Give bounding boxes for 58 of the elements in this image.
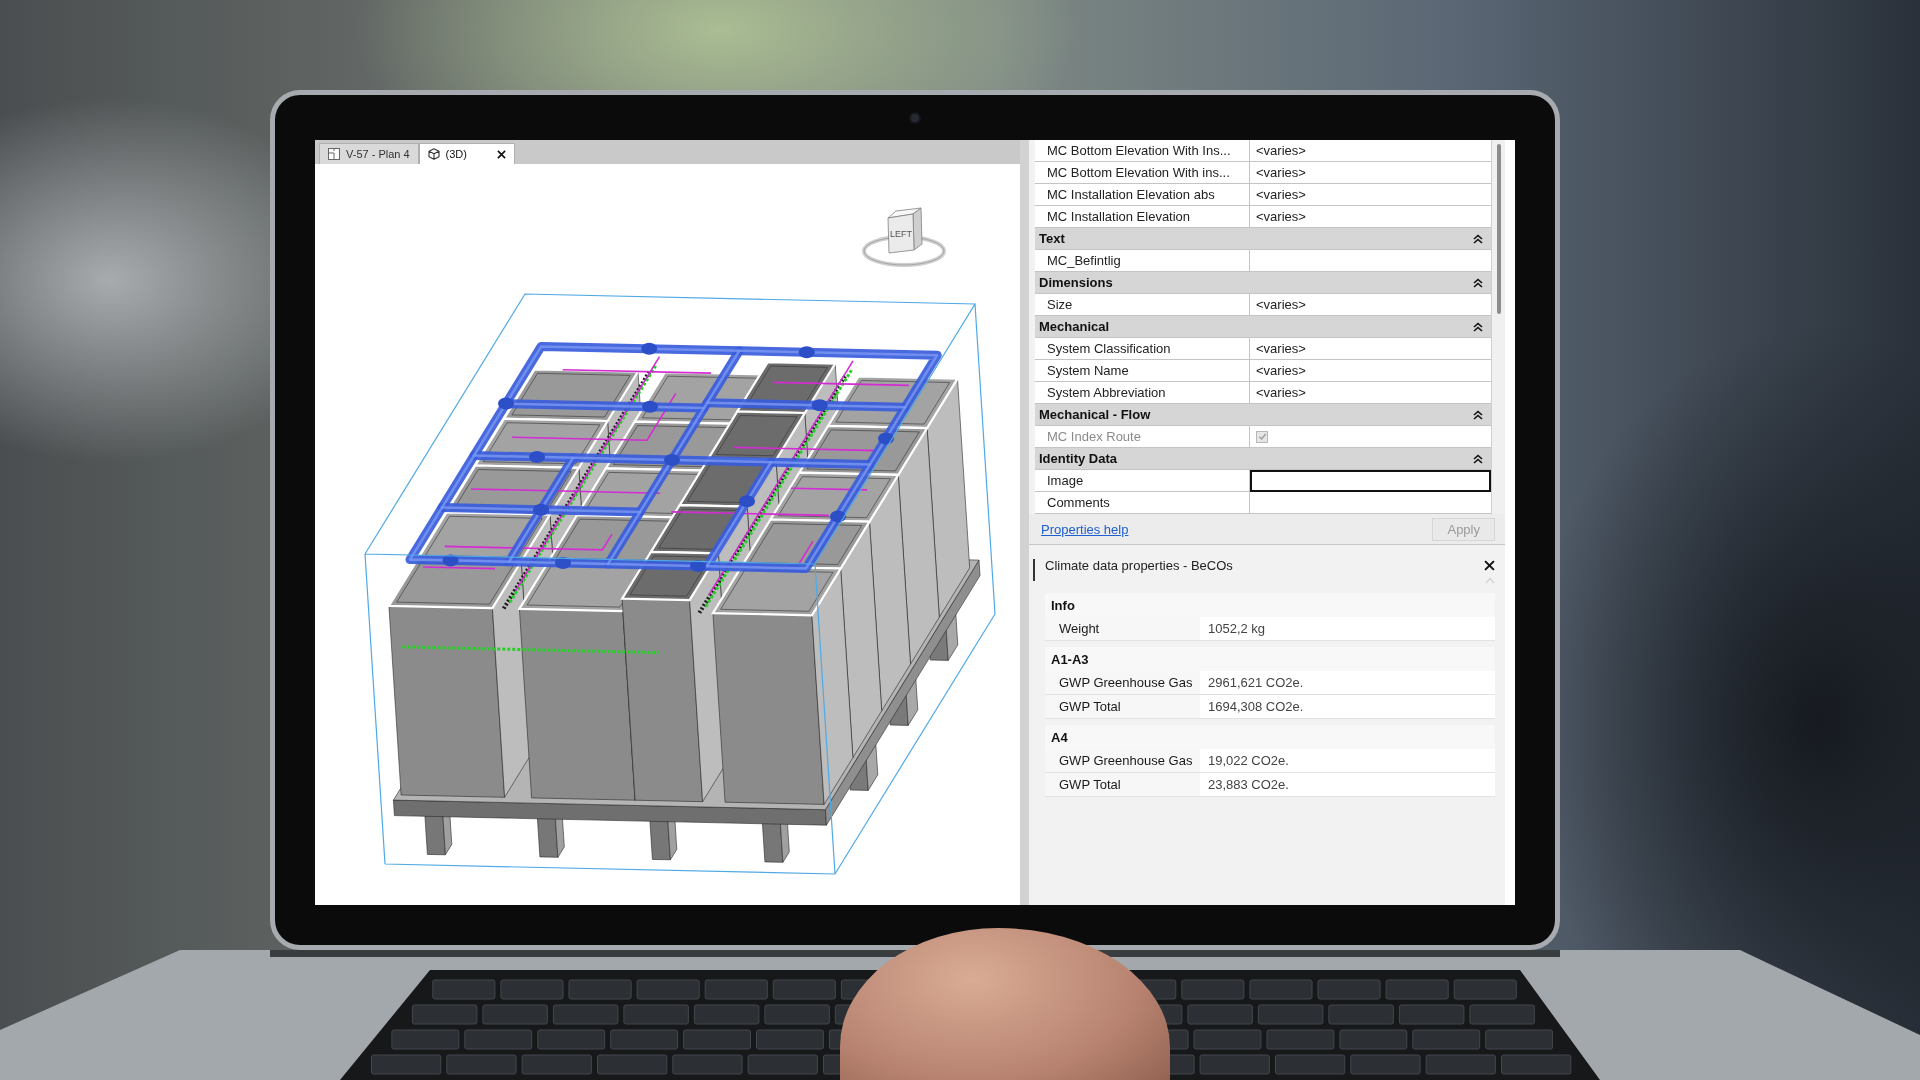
floor-plan-icon — [328, 148, 340, 160]
camera-icon — [911, 113, 919, 122]
property-name: Weight — [1045, 617, 1200, 641]
property-value[interactable]: <varies> — [1250, 140, 1491, 162]
property-value: 19,022 CO2e. — [1200, 749, 1495, 773]
property-name: System Abbreviation — [1035, 382, 1250, 404]
panel-title: Climate data properties - BeCOs — [1045, 557, 1233, 573]
property-value[interactable]: <varies> — [1250, 338, 1491, 360]
view-tab[interactable]: (3D) — [418, 143, 515, 164]
property-value[interactable]: <varies> — [1250, 382, 1491, 404]
property-name: Image — [1035, 470, 1250, 492]
double-chevron-up-icon[interactable] — [1473, 409, 1483, 420]
group-header: A4 — [1045, 725, 1495, 749]
value-field[interactable] — [1250, 250, 1491, 272]
group-header[interactable]: Text — [1035, 228, 1491, 250]
double-chevron-up-icon[interactable] — [1473, 453, 1483, 464]
property-name: System Classification — [1035, 338, 1250, 360]
resize-handle[interactable] — [1033, 559, 1035, 581]
property-name: Comments — [1035, 492, 1250, 514]
double-chevron-up-icon[interactable] — [1473, 233, 1483, 244]
property-value: 1694,308 CO2e. — [1200, 695, 1495, 719]
property-value[interactable]: <varies> — [1250, 162, 1491, 184]
property-value: 2961,621 CO2e. — [1200, 671, 1495, 695]
property-name: GWP Greenhouse Gas — [1045, 671, 1200, 695]
group-header[interactable]: Mechanical — [1035, 316, 1491, 338]
view-cube[interactable]: LEFT — [860, 194, 950, 274]
property-name: System Name — [1035, 360, 1250, 382]
property-name: Size — [1035, 294, 1250, 316]
value-field[interactable] — [1250, 492, 1491, 514]
property-value: 1052,2 kg — [1200, 617, 1495, 641]
property-value: 23,883 CO2e. — [1200, 773, 1495, 797]
property-value[interactable]: <varies> — [1250, 184, 1491, 206]
group-header[interactable]: Mechanical - Flow — [1035, 404, 1491, 426]
properties-help-link[interactable]: Properties help — [1041, 521, 1129, 537]
cube-icon — [427, 148, 440, 160]
close-icon[interactable] — [1484, 559, 1495, 571]
double-chevron-up-icon[interactable] — [1473, 321, 1483, 332]
property-value[interactable]: <varies> — [1250, 294, 1491, 316]
group-header: Info — [1045, 593, 1495, 617]
property-name: MC_Befintlig — [1035, 250, 1250, 272]
property-value[interactable]: <varies> — [1250, 206, 1491, 228]
property-name: GWP Total — [1045, 773, 1200, 797]
view-tab[interactable]: V-57 - Plan 4 — [319, 143, 419, 164]
property-name: MC Bottom Elevation With ins... — [1035, 162, 1250, 184]
property-value[interactable]: <varies> — [1250, 360, 1491, 382]
double-chevron-up-icon[interactable] — [1473, 277, 1483, 288]
group-header: A1-A3 — [1045, 647, 1495, 671]
group-header[interactable]: Dimensions — [1035, 272, 1491, 294]
input-field[interactable] — [1250, 470, 1491, 492]
property-name: MC Bottom Elevation With Ins... — [1035, 140, 1250, 162]
property-name: MC Installation Elevation — [1035, 206, 1250, 228]
close-icon[interactable] — [497, 149, 506, 159]
property-name: GWP Greenhouse Gas — [1045, 749, 1200, 773]
property-name: MC Installation Elevation abs — [1035, 184, 1250, 206]
property-name: GWP Total — [1045, 695, 1200, 719]
scrollbar[interactable] — [1491, 140, 1505, 514]
group-header[interactable]: Identity Data — [1035, 448, 1491, 470]
property-name: MC Index Route — [1035, 426, 1250, 448]
